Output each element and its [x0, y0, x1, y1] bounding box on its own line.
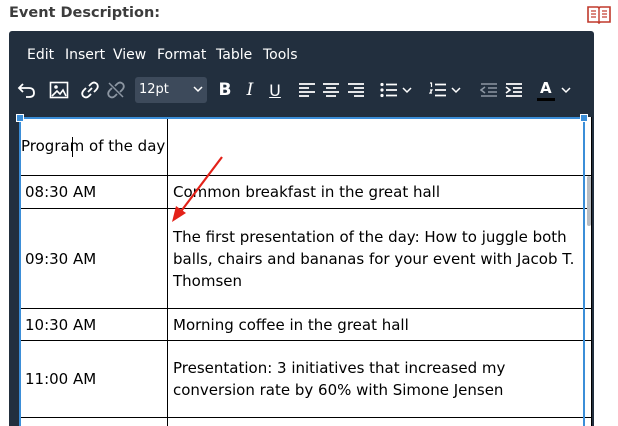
table-column-divider: [167, 117, 168, 426]
table-cell-time[interactable]: Program of the day: [19, 117, 167, 175]
table-cell-desc[interactable]: [167, 117, 592, 175]
menubar: Edit Insert View Format Table Tools: [9, 31, 594, 75]
font-size-value: 12pt: [139, 82, 169, 97]
toolbar: 12pt B I U A: [9, 75, 594, 109]
text-color-label: A: [540, 79, 552, 97]
outdent-icon[interactable]: [475, 75, 503, 105]
font-size-select[interactable]: 12pt: [135, 77, 207, 103]
bold-button[interactable]: B: [211, 75, 239, 105]
text-caret: [72, 137, 73, 157]
table-row[interactable]: 10:30 AM Morning coffee in the great hal…: [19, 309, 592, 341]
menu-view[interactable]: View: [113, 47, 146, 63]
chevron-down-icon: [193, 86, 203, 93]
field-label: Event Description:: [9, 5, 161, 21]
unlink-icon[interactable]: [102, 75, 130, 105]
italic-label: I: [246, 80, 254, 100]
menu-tools[interactable]: Tools: [263, 47, 298, 63]
book-icon[interactable]: [586, 4, 612, 26]
italic-button[interactable]: I: [236, 75, 264, 105]
table-border-right: [591, 117, 592, 426]
table-cell-time[interactable]: 10:30 AM: [19, 309, 167, 340]
table-cell-time[interactable]: 08:30 AM: [19, 176, 167, 208]
table-row[interactable]: 11:00 AM Presentation: 3 initiatives tha…: [19, 341, 592, 418]
numbered-list-icon[interactable]: [424, 75, 452, 105]
table-cell-time[interactable]: 09:30 AM: [19, 209, 167, 308]
image-icon[interactable]: [45, 75, 73, 105]
underline-label: U: [269, 80, 281, 100]
table-cell-desc[interactable]: The first presentation of the day: How t…: [167, 209, 592, 308]
table-row[interactable]: 09:30 AM The first presentation of the d…: [19, 209, 592, 309]
table-border-left: [19, 117, 20, 426]
table-row[interactable]: 08:30 AM Common breakfast in the great h…: [19, 176, 592, 209]
bullet-list-chevron-icon[interactable]: [400, 75, 414, 105]
text-color-swatch: [537, 98, 555, 101]
text-color-button[interactable]: A: [532, 75, 560, 105]
bold-label: B: [218, 80, 232, 100]
indent-icon[interactable]: [500, 75, 528, 105]
menu-insert[interactable]: Insert: [65, 47, 105, 63]
table-header-row[interactable]: Program of the day: [19, 117, 592, 176]
table-cell-time[interactable]: 11:00 AM: [19, 341, 167, 417]
numbered-list-chevron-icon[interactable]: [449, 75, 463, 105]
table-cell-desc[interactable]: Common breakfast in the great hall: [167, 176, 592, 208]
table-cell-desc[interactable]: Presentation: 3 initiatives that increas…: [167, 341, 592, 417]
text-color-chevron-icon[interactable]: [559, 75, 573, 105]
undo-icon[interactable]: [13, 75, 41, 105]
menu-table[interactable]: Table: [216, 47, 252, 63]
menu-edit[interactable]: Edit: [27, 47, 54, 63]
rich-text-editor: Edit Insert View Format Table Tools 12pt…: [9, 31, 594, 426]
table-cell-desc[interactable]: Morning coffee in the great hall: [167, 309, 592, 340]
align-center-icon[interactable]: [317, 75, 345, 105]
link-icon[interactable]: [76, 75, 104, 105]
editor-scrollbar[interactable]: [587, 176, 591, 226]
align-right-icon[interactable]: [342, 75, 370, 105]
menu-format[interactable]: Format: [157, 47, 206, 63]
bullet-list-icon[interactable]: [375, 75, 403, 105]
underline-button[interactable]: U: [261, 75, 289, 105]
editor-content[interactable]: Program of the day 08:30 AM Common break…: [19, 117, 592, 426]
